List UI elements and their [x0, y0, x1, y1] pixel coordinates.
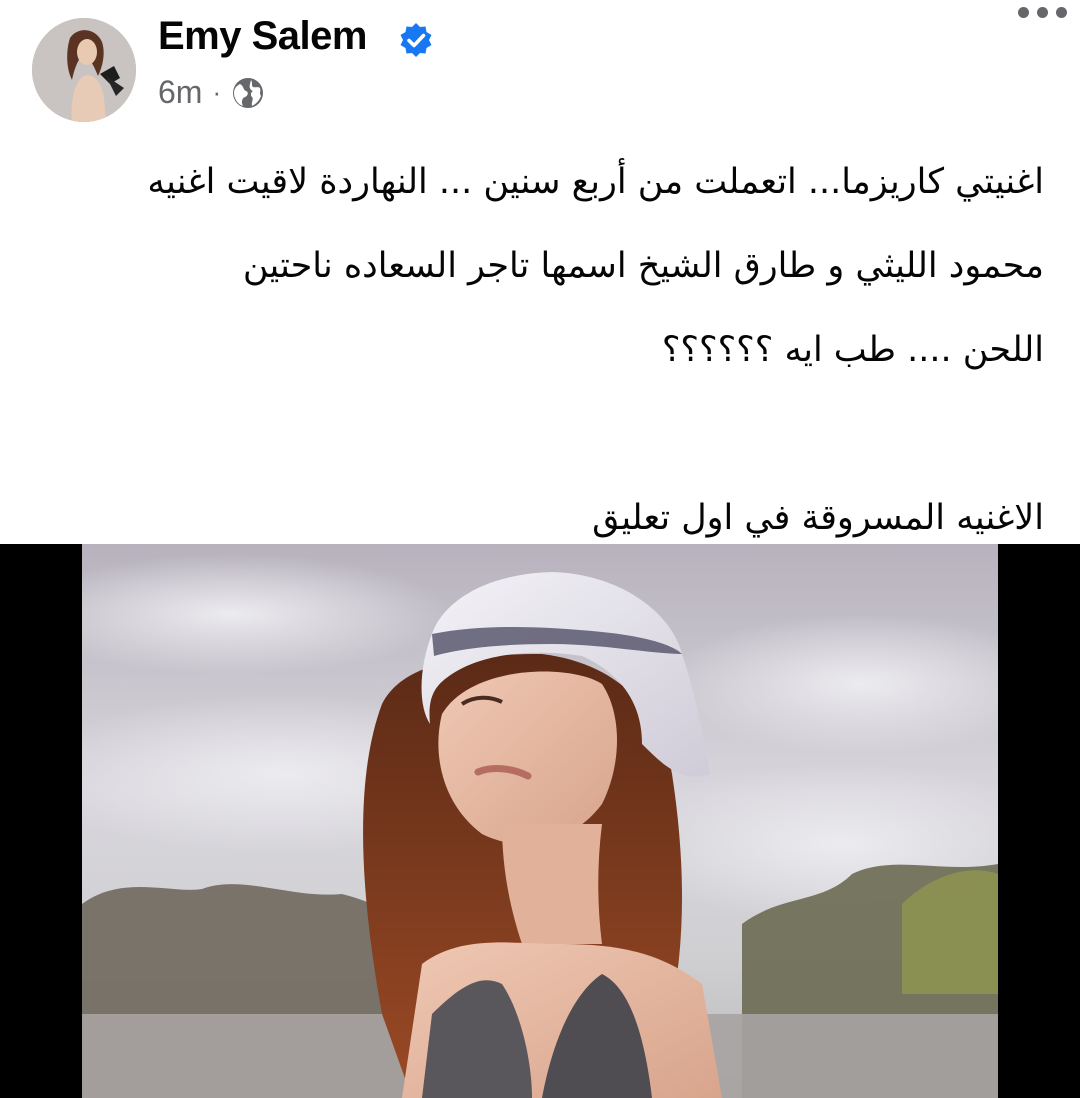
author-name[interactable]: Emy Salem — [158, 14, 367, 59]
post-timestamp[interactable]: 6m — [158, 74, 202, 111]
photo-image — [82, 544, 998, 1098]
author-avatar[interactable] — [32, 18, 136, 122]
more-dot — [1017, 6, 1029, 18]
post-meta: 6m · — [158, 74, 265, 111]
avatar-photo — [32, 18, 136, 122]
post-text-line: محمود الليثي و طارق الشيخ اسمها تاجر الس… — [242, 246, 1044, 286]
post-photo[interactable]: i — [82, 544, 998, 1098]
more-dot — [1055, 6, 1067, 18]
more-dot — [1036, 6, 1048, 18]
verified-badge-icon — [400, 23, 432, 57]
post-message: اغنيتي كاريزما... اتعملت من أربع سنين ..… — [34, 140, 1044, 560]
post-photo-container[interactable]: i — [0, 544, 1080, 1098]
facebook-post: Emy Salem 6m · اغنيتي كاريزما... اتعملت … — [0, 0, 1080, 1098]
meta-separator: · — [212, 77, 222, 107]
more-options-icon[interactable] — [1010, 0, 1074, 24]
post-text-line: اللحن .... طب ايه ؟؟؟؟؟؟ — [661, 330, 1044, 370]
globe-icon[interactable] — [231, 76, 265, 110]
post-text-line: اغنيتي كاريزما... اتعملت من أربع سنين ..… — [147, 162, 1044, 202]
